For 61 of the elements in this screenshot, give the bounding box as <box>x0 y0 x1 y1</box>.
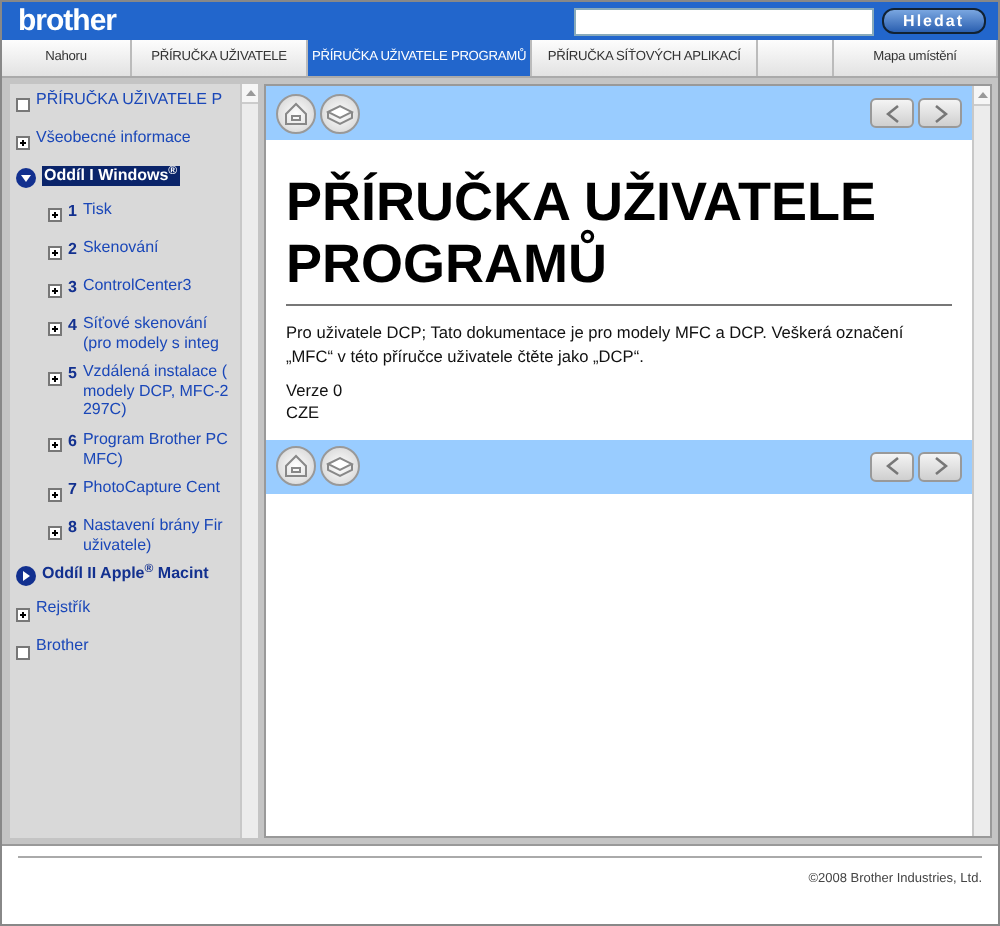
page-square-icon <box>16 98 30 113</box>
tree-item[interactable]: Oddíl II Apple$^{®}$ Macint <box>42 564 209 584</box>
expand-plus-icon[interactable] <box>48 284 62 299</box>
home-button[interactable] <box>276 93 316 133</box>
tree-item[interactable]: PhotoCapture Cent <box>82 478 220 503</box>
home-icon <box>284 454 308 479</box>
expand-plus-icon[interactable] <box>48 322 62 337</box>
home-button[interactable] <box>276 446 316 487</box>
item-number: 2 <box>68 238 77 262</box>
item-number: 4 <box>68 314 77 338</box>
next-button[interactable] <box>918 98 962 128</box>
next-button[interactable] <box>918 451 962 482</box>
tree-item[interactable]: Program Brother PC MFC) <box>82 429 228 469</box>
print-button[interactable] <box>320 93 360 133</box>
scrollbar[interactable] <box>972 86 990 836</box>
printer-icon <box>326 454 354 479</box>
version-text: CZE <box>286 402 322 424</box>
version-text: Verze 0 <box>286 380 345 403</box>
printer-icon <box>326 101 354 125</box>
print-button[interactable] <box>320 446 360 487</box>
tree-item[interactable]: Brother <box>36 636 89 656</box>
scroll-up-icon[interactable] <box>245 90 255 96</box>
tree-item[interactable]: Vzdálená instalace ( modely DCP, MFC-2 297C) <box>82 362 229 420</box>
tree-item[interactable]: Oddíl I Windows$^{®}$ <box>42 166 180 186</box>
tree-item[interactable]: PŘÍRUČKA UŽIVATELE P <box>36 90 223 110</box>
item-number: 1 <box>68 200 77 224</box>
item-number: 7 <box>68 478 77 503</box>
intro-paragraph: Pro uživatele DCP; Tato dokumentace je pro modely MFC a DCP. Veškerá označení „MFC“ v této příručce uživatele čtěte jako „DCP“. <box>286 322 906 369</box>
expand-plus-icon[interactable] <box>16 136 30 151</box>
search-button[interactable]: Hledat <box>881 8 986 34</box>
item-number: 5 <box>68 362 77 387</box>
expand-plus-icon[interactable] <box>48 371 62 386</box>
tree-item[interactable]: Síťové skenování (pro modely s integ <box>82 314 219 353</box>
tree-item[interactable]: Skenování <box>82 238 159 262</box>
tree-item[interactable]: Nastavení brány Fir uživatele) <box>82 516 223 555</box>
tree-item[interactable]: Tisk <box>82 200 112 224</box>
search-field[interactable] <box>573 7 874 35</box>
page-title: PŘÍRUČKA UŽIVATELE PROGRAMŮ <box>286 172 952 307</box>
expand-plus-icon[interactable] <box>48 525 62 540</box>
tree-item[interactable]: ControlCenter3 <box>82 276 192 300</box>
expand-plus-icon[interactable] <box>16 607 30 622</box>
expand-plus-icon[interactable] <box>48 246 62 261</box>
chevron-right-icon <box>933 103 947 123</box>
expand-plus-icon[interactable] <box>48 208 62 223</box>
tree-item[interactable]: Všeobecné informace <box>36 128 191 148</box>
previous-button[interactable] <box>870 451 914 482</box>
expand-plus-icon[interactable] <box>48 438 62 453</box>
chevron-right-icon <box>933 456 947 477</box>
chevron-left-icon <box>885 103 899 123</box>
scrollbar[interactable] <box>240 84 258 838</box>
previous-button[interactable] <box>870 98 914 128</box>
tree-item[interactable]: Rejstřík <box>36 598 91 618</box>
page-square-icon <box>16 645 30 660</box>
item-number: 3 <box>68 276 77 300</box>
expand-plus-icon[interactable] <box>48 487 62 502</box>
scroll-up-icon[interactable] <box>977 92 987 98</box>
item-number: 6 <box>68 429 77 454</box>
chevron-left-icon <box>885 456 899 477</box>
item-number: 8 <box>68 516 77 541</box>
home-icon <box>284 101 308 125</box>
logo: brother <box>18 6 116 36</box>
